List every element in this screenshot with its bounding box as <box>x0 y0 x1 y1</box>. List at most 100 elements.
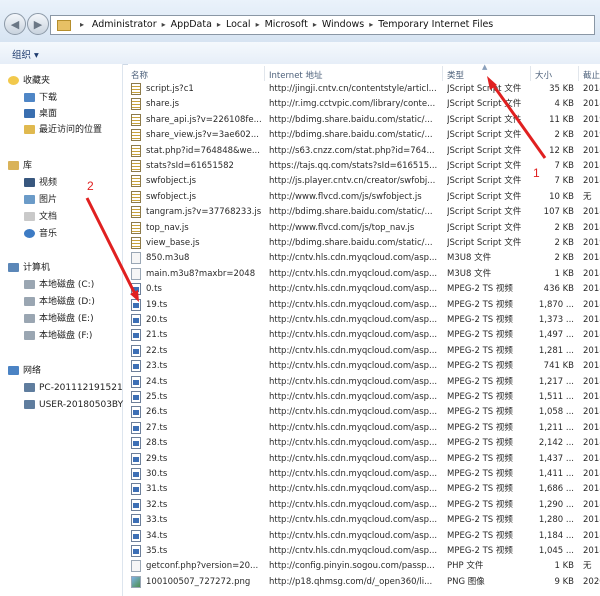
file-row[interactable]: 32.ts http://cntv.hls.cdn.myqcloud.com/as… <box>128 498 600 513</box>
file-name: 33.ts <box>146 515 168 526</box>
file-address: http://www.flvcd.com/js/top_nav.js <box>269 222 415 233</box>
file-row[interactable]: share_api.js?v=226108fe... http://bdimg.s… <box>128 113 600 128</box>
file-name: 21.ts <box>146 330 168 341</box>
file-size: 11 KB <box>549 114 574 125</box>
sidebar-item-drive-f[interactable]: 本地磁盘 (F:) <box>24 329 92 343</box>
file-row[interactable]: 0.ts http://cntv.hls.cdn.myqcloud.com/asp… <box>128 282 600 297</box>
file-type: PHP 文件 <box>447 561 484 572</box>
file-size: 1,058 ... <box>538 407 574 418</box>
file-date: 2018 <box>583 84 600 94</box>
breadcrumb[interactable]: ▸ Administrator ▸ AppData ▸ Local ▸ Microsoft ▸… <box>50 15 595 35</box>
file-ts-icon <box>131 360 141 373</box>
sidebar-item-documents[interactable]: 文档 <box>24 210 57 224</box>
file-row[interactable]: 26.ts http://cntv.hls.cdn.myqcloud.com/as… <box>128 405 600 420</box>
sidebar-item-desktop[interactable]: 桌面 <box>24 107 57 121</box>
column-divider[interactable] <box>442 66 443 81</box>
chevron-right-icon[interactable]: ▸ <box>313 16 317 34</box>
column-header-type[interactable]: 类型 <box>447 69 464 81</box>
sidebar-item-pictures[interactable]: 图片 <box>24 193 57 207</box>
file-row[interactable]: 19.ts http://cntv.hls.cdn.myqcloud.com/as… <box>128 298 600 313</box>
file-row[interactable]: getconf.php?version=20... http://config.p… <box>128 559 600 574</box>
file-address: http://cntv.hls.cdn.myqcloud.com/asp... <box>269 268 438 279</box>
file-row[interactable]: 20.ts http://cntv.hls.cdn.myqcloud.com/as… <box>128 313 600 328</box>
file-name: 23.ts <box>146 361 168 372</box>
file-size: 7 KB <box>554 161 574 171</box>
file-row[interactable]: 27.ts http://cntv.hls.cdn.myqcloud.com/as… <box>128 421 600 436</box>
file-row[interactable]: 23.ts http://cntv.hls.cdn.myqcloud.com/as… <box>128 359 600 374</box>
file-row[interactable]: 30.ts http://cntv.hls.cdn.myqcloud.com/as… <box>128 467 600 482</box>
breadcrumb-item[interactable]: AppData <box>171 16 212 34</box>
sidebar-item-drive-c[interactable]: 本地磁盘 (C:) <box>24 278 94 292</box>
file-row[interactable]: 35.ts http://cntv.hls.cdn.myqcloud.com/as… <box>128 544 600 559</box>
file-date: 2018 <box>583 438 600 449</box>
file-js-icon <box>131 237 141 249</box>
file-png-icon <box>131 575 141 588</box>
file-row[interactable]: 33.ts http://cntv.hls.cdn.myqcloud.com/as… <box>128 513 600 528</box>
sidebar-item-recent[interactable]: 最近访问的位置 <box>24 123 102 137</box>
file-row[interactable]: 25.ts http://cntv.hls.cdn.myqcloud.com/as… <box>128 390 600 405</box>
file-row[interactable]: share.js http://r.img.cctvpic.com/library… <box>128 97 600 112</box>
file-date: 2018 <box>583 176 600 187</box>
file-row[interactable]: top_nav.js http://www.flvcd.com/js/top_na… <box>128 221 600 236</box>
organize-button[interactable]: 组织 ▾ <box>12 47 39 61</box>
sidebar-computer-label: 计算机 <box>23 263 51 273</box>
chevron-right-icon[interactable]: ▸ <box>256 16 260 34</box>
breadcrumb-item[interactable]: Local <box>226 16 251 34</box>
file-row[interactable]: swfobject.js http://js.player.cntv.cn/cre… <box>128 174 600 189</box>
sidebar-item-pc1[interactable]: PC-201112191521 <box>24 381 123 395</box>
file-row[interactable]: tangram.js?v=37768233.js http://bdimg.sha… <box>128 205 600 220</box>
sidebar-favorites[interactable]: 收藏夹 <box>8 74 50 88</box>
sidebar-item-music[interactable]: 音乐 <box>24 227 57 241</box>
file-name: getconf.php?version=20... <box>146 561 259 572</box>
breadcrumb-item[interactable]: Temporary Internet Files <box>378 16 493 34</box>
column-divider[interactable] <box>264 66 265 81</box>
breadcrumb-item[interactable]: Administrator <box>92 16 157 34</box>
file-row[interactable]: 28.ts http://cntv.hls.cdn.myqcloud.com/as… <box>128 436 600 451</box>
breadcrumb-item[interactable]: Microsoft <box>265 16 308 34</box>
sidebar-item-drive-e[interactable]: 本地磁盘 (E:) <box>24 312 94 326</box>
file-row[interactable]: 34.ts http://cntv.hls.cdn.myqcloud.com/as… <box>128 529 600 544</box>
column-divider[interactable] <box>530 66 531 81</box>
file-row[interactable]: 24.ts http://cntv.hls.cdn.myqcloud.com/as… <box>128 375 600 390</box>
sidebar-network[interactable]: 网络 <box>8 364 41 378</box>
chevron-right-icon[interactable]: ▸ <box>162 16 166 34</box>
file-row[interactable]: script.js?c1 http://jingji.cntv.cn/conten… <box>128 82 600 97</box>
file-date: 2018 <box>583 453 600 464</box>
file-name: 100100507_727272.png <box>146 576 251 587</box>
file-date: 2018 <box>583 469 600 479</box>
sidebar-computer[interactable]: 计算机 <box>8 261 50 275</box>
sidebar-item-drive-d[interactable]: 本地磁盘 (D:) <box>24 295 95 309</box>
file-row[interactable]: 100100507_727272.png http://p18.qhmsg.com… <box>128 575 600 590</box>
forward-button[interactable]: ▶ <box>27 13 49 35</box>
column-header-address[interactable]: Internet 地址 <box>269 69 322 81</box>
file-row[interactable]: 22.ts http://cntv.hls.cdn.myqcloud.com/as… <box>128 344 600 359</box>
column-header-date[interactable]: 截止 <box>583 69 600 81</box>
chevron-right-icon[interactable]: ▸ <box>217 16 221 34</box>
file-name: script.js?c1 <box>146 84 194 94</box>
file-address: http://config.pinyin.sogou.com/passp... <box>269 561 435 572</box>
file-row[interactable]: view_base.js http://bdimg.share.baidu.com… <box>128 236 600 251</box>
sidebar-item-videos[interactable]: 视频 <box>24 176 57 190</box>
column-header-size[interactable]: 大小 <box>535 69 552 81</box>
file-row[interactable]: stats?sId=61651582 https://tajs.qq.com/st… <box>128 159 600 174</box>
breadcrumb-item[interactable]: Windows <box>322 16 364 34</box>
file-name: 35.ts <box>146 546 168 556</box>
back-button[interactable]: ◀ <box>4 13 26 35</box>
file-row[interactable]: main.m3u8?maxbr=2048 http://cntv.hls.cdn.… <box>128 267 600 282</box>
sidebar-item-downloads[interactable]: 下载 <box>24 91 57 105</box>
drive-icon <box>24 280 35 289</box>
file-date: 2018 <box>583 515 600 526</box>
file-row[interactable]: 850.m3u8 http://cntv.hls.cdn.myqcloud.com… <box>128 251 600 266</box>
file-row[interactable]: 31.ts http://cntv.hls.cdn.myqcloud.com/as… <box>128 482 600 497</box>
file-row[interactable]: share_view.js?v=3ae602... http://bdimg.sh… <box>128 128 600 143</box>
chevron-right-icon[interactable]: ▸ <box>369 16 373 34</box>
file-row[interactable]: swfobject.js http://www.flvcd.com/js/swfo… <box>128 190 600 205</box>
file-row[interactable]: 29.ts http://cntv.hls.cdn.myqcloud.com/as… <box>128 452 600 467</box>
sidebar-item-pc2[interactable]: USER-20180503BY <box>24 398 123 412</box>
file-row[interactable]: 21.ts http://cntv.hls.cdn.myqcloud.com/as… <box>128 328 600 343</box>
file-size: 1,511 ... <box>538 392 574 402</box>
column-divider[interactable] <box>578 66 579 81</box>
column-header-name[interactable]: 名称 <box>131 69 148 81</box>
file-row[interactable]: stat.php?id=764848&we... http://s63.cnzz.… <box>128 144 600 159</box>
sidebar-library[interactable]: 库 <box>8 159 32 173</box>
